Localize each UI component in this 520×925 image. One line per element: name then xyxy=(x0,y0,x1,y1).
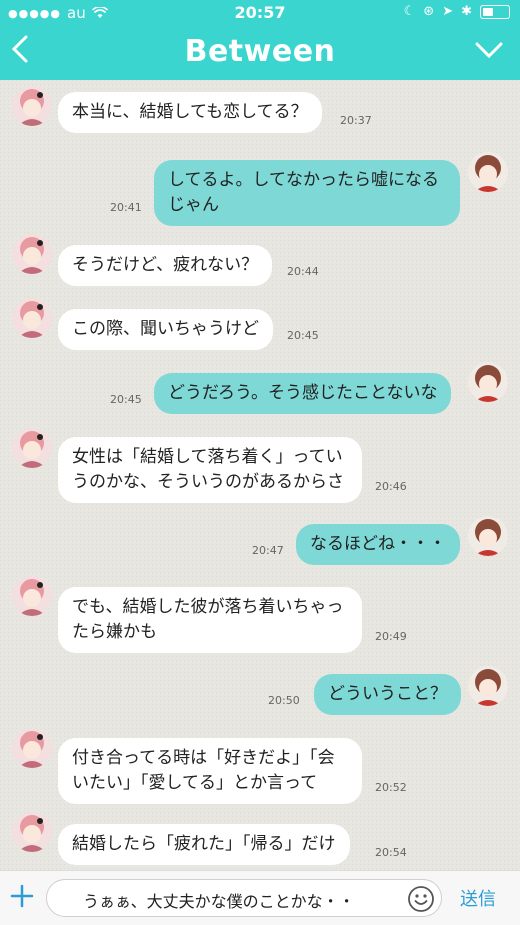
send-button[interactable]: 送信 xyxy=(460,885,496,911)
avatar[interactable] xyxy=(12,812,52,852)
message-bubble-incoming: この際、聞いちゃうけど xyxy=(58,309,273,350)
message-time: 20:46 xyxy=(375,480,407,493)
avatar[interactable] xyxy=(12,298,52,338)
avatar[interactable] xyxy=(12,234,52,274)
message-bubble-outgoing: してるよ。してなかったら嘘になるじゃん xyxy=(154,160,460,226)
chat-area[interactable]: 本当に、結婚しても恋してる？ 20:37 してるよ。してなかったら嘘になるじゃん… xyxy=(0,80,520,870)
message-bubble-outgoing: なるほどね・・・ xyxy=(296,524,460,565)
app-header: ●●●●● au 20:57 ☾ ⊛ ➤ ✱ Between xyxy=(0,0,520,80)
message-time: 20:45 xyxy=(110,393,142,406)
message-time: 20:44 xyxy=(287,265,319,278)
avatar[interactable] xyxy=(468,516,508,556)
menu-chevron-icon[interactable] xyxy=(474,40,504,64)
message-bubble-incoming: 付き合ってる時は「好きだよ」「会いたい」「愛してる」とか言って xyxy=(58,738,362,804)
message-time: 20:41 xyxy=(110,201,142,214)
location-icon: ➤ xyxy=(442,4,454,19)
avatar[interactable] xyxy=(468,666,508,706)
avatar[interactable] xyxy=(12,428,52,468)
message-time: 20:52 xyxy=(375,781,407,794)
message-time: 20:54 xyxy=(375,846,407,859)
avatar[interactable] xyxy=(468,362,508,402)
message-input-text[interactable]: うぁぁ、大丈夫かな僕のことかな・・ xyxy=(83,888,355,912)
message-time: 20:49 xyxy=(375,630,407,643)
message-bubble-incoming: 結婚したら「疲れた」「帰る」だけ xyxy=(58,824,350,865)
message-time: 20:47 xyxy=(252,544,284,557)
avatar[interactable] xyxy=(12,728,52,768)
status-right: ☾ ⊛ ➤ ✱ xyxy=(404,4,510,19)
message-bubble-incoming: 本当に、結婚しても恋してる？ xyxy=(58,92,322,133)
status-bar: ●●●●● au 20:57 ☾ ⊛ ➤ ✱ xyxy=(0,0,520,26)
avatar[interactable] xyxy=(12,576,52,616)
message-bubble-outgoing: どうだろう。そう感じたことないな xyxy=(154,373,452,414)
message-bubble-incoming: 女性は「結婚して落ち着く」っていうのかな、そういうのがあるからさ xyxy=(58,437,362,503)
message-time: 20:37 xyxy=(340,114,372,127)
lock-rotation-icon: ⊛ xyxy=(423,4,435,19)
avatar[interactable] xyxy=(12,86,52,126)
page-title: Between xyxy=(184,34,336,69)
battery-icon xyxy=(480,4,510,19)
bluetooth-icon: ✱ xyxy=(461,4,472,19)
message-bubble-outgoing: どういうこと？ xyxy=(314,674,461,715)
message-time: 20:50 xyxy=(268,694,300,707)
message-bubble-incoming: でも、結婚した彼が落ち着いちゃったら嫌かも xyxy=(58,587,362,653)
plus-icon[interactable] xyxy=(10,881,38,915)
moon-icon: ☾ xyxy=(403,4,416,19)
message-composer: うぁぁ、大丈夫かな僕のことかな・・ 送信 xyxy=(0,870,520,925)
message-input[interactable]: うぁぁ、大丈夫かな僕のことかな・・ xyxy=(46,879,442,917)
avatar[interactable] xyxy=(468,152,508,192)
message-bubble-incoming: そうだけど、疲れない？ xyxy=(58,245,273,286)
emoji-icon[interactable] xyxy=(407,885,435,913)
message-time: 20:45 xyxy=(287,329,319,342)
